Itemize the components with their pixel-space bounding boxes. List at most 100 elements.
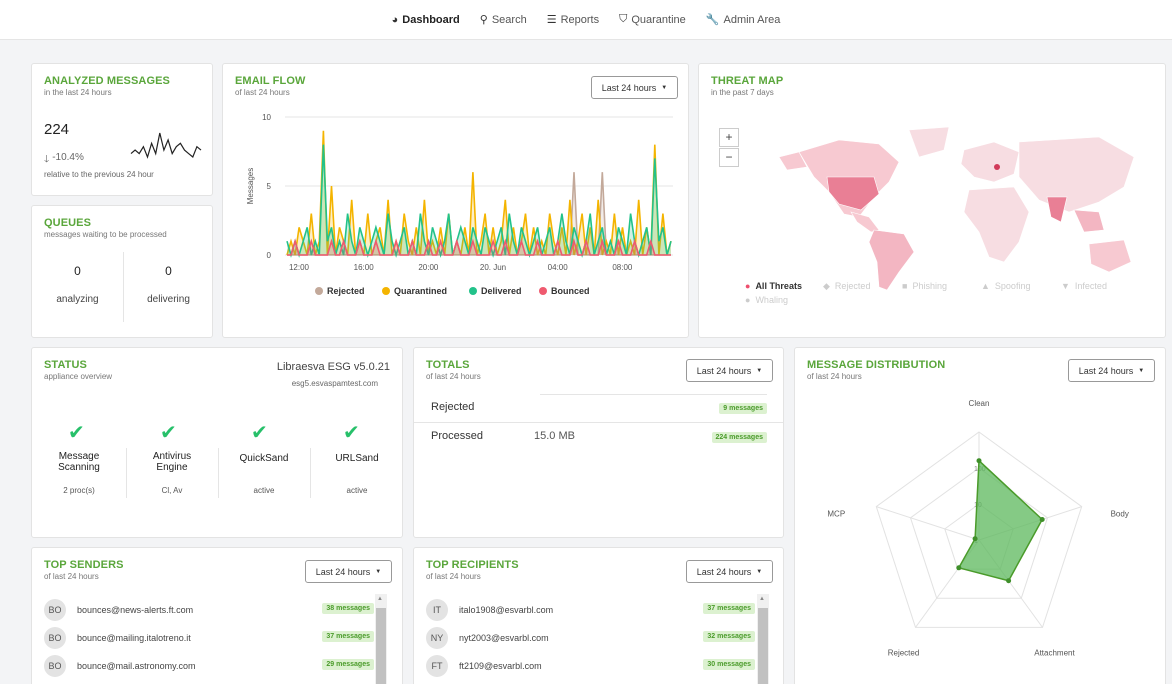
service-message-scanning-line2: Scanning xyxy=(58,462,100,473)
check-icon: ✔ xyxy=(251,422,268,444)
map-asia xyxy=(1018,136,1135,213)
message-distribution-card: MESSAGE DISTRIBUTION of last 24 hours La… xyxy=(794,347,1166,684)
distribution-subtitle: of last 24 hours xyxy=(807,372,862,381)
radar-series-area xyxy=(957,459,1044,582)
radar-axis-label: Body xyxy=(1111,510,1129,519)
recipient-row[interactable]: FT ft2109@esvarbl.com 30 messages xyxy=(414,652,771,680)
nav-quarantine[interactable]: ⛉ Quarantine xyxy=(619,13,686,26)
zoom-in-button[interactable]: + xyxy=(719,128,739,147)
totals-range-dropdown[interactable]: Last 24 hours ▼ xyxy=(686,359,773,382)
legend-infected-label: Infected xyxy=(1074,281,1107,291)
map-europe xyxy=(960,141,1020,183)
top-senders-title: TOP SENDERS xyxy=(44,559,124,571)
caret-down-icon: ▼ xyxy=(375,568,382,575)
nav-search[interactable]: ⚲ Search xyxy=(480,13,527,27)
recipient-row[interactable]: NY nyt2003@esvarbl.com 32 messages xyxy=(414,624,771,652)
nav-dashboard-label: Dashboard xyxy=(402,13,460,26)
sender-email: bounce@mailing.italotreno.it xyxy=(77,633,191,643)
legend-infected[interactable]: ▼ Infected xyxy=(1061,281,1107,291)
analyzed-messages-subtitle: in the last 24 hours xyxy=(44,88,112,97)
analyzed-change: 🡓 -10.4% xyxy=(44,152,84,169)
avatar: IT xyxy=(426,599,448,621)
scroll-up-icon[interactable]: ▲ xyxy=(759,596,765,602)
x-tick-label: 08:00 xyxy=(612,263,633,272)
legend-spoofing[interactable]: ▲ Spoofing xyxy=(981,281,1030,291)
legend-label[interactable]: Delivered xyxy=(481,286,522,296)
totals-rejected-badge: 9 messages xyxy=(719,403,767,414)
zoom-out-button[interactable]: − xyxy=(719,148,739,167)
distribution-range-dropdown[interactable]: Last 24 hours ▼ xyxy=(1068,359,1155,382)
radar-point[interactable] xyxy=(956,565,962,571)
service-message-scanning-line1: Message xyxy=(58,451,100,462)
caret-down-icon: ▼ xyxy=(756,568,763,575)
circle-icon: ● xyxy=(745,295,751,305)
radar-axis-label: Attachment xyxy=(1034,648,1075,657)
nav-reports[interactable]: ☰ Reports xyxy=(546,13,599,27)
scroll-thumb[interactable] xyxy=(376,608,386,684)
x-tick-label: 12:00 xyxy=(289,263,310,272)
nav-admin-area[interactable]: 🔧 Admin Area xyxy=(706,13,781,27)
radar-point[interactable] xyxy=(976,458,982,464)
analyzing-label: analyzing xyxy=(56,294,99,305)
service-message-scanning-detail: 2 proc(s) xyxy=(63,486,95,495)
distribution-title: MESSAGE DISTRIBUTION xyxy=(807,359,946,371)
radar-point[interactable] xyxy=(1006,578,1012,584)
legend-rejected[interactable]: ◆ Rejected xyxy=(823,281,870,292)
map-central-america xyxy=(850,211,880,233)
map-india xyxy=(1046,196,1068,223)
top-senders-range-dropdown[interactable]: Last 24 hours ▼ xyxy=(305,560,392,583)
check-icon: ✔ xyxy=(68,422,85,444)
world-map[interactable] xyxy=(779,122,1139,292)
legend-whaling[interactable]: ● Whaling xyxy=(745,295,788,305)
service-urlsand-detail: active xyxy=(346,486,368,495)
legend-label[interactable]: Bounced xyxy=(551,286,590,296)
legend-spoofing-label: Spoofing xyxy=(994,281,1031,291)
analyzed-messages-card: ANALYZED MESSAGES in the last 24 hours 2… xyxy=(31,63,213,196)
avatar: BO xyxy=(44,627,66,649)
legend-marker xyxy=(382,287,390,295)
map-australia xyxy=(1088,239,1132,273)
legend-phishing[interactable]: ■ Phishing xyxy=(902,281,947,291)
caret-down-icon: ▼ xyxy=(756,367,763,374)
sender-row[interactable]: BO bounce@mail.astronomy.com 29 messages xyxy=(32,652,390,680)
sender-row[interactable]: BO bounce@mailing.italotreno.it 37 messa… xyxy=(32,624,390,652)
analyzed-sparkline xyxy=(130,132,202,159)
totals-processed-label: Processed xyxy=(431,430,483,442)
top-recipients-scrollbar[interactable]: ▲ xyxy=(757,594,769,684)
scroll-up-icon[interactable]: ▲ xyxy=(377,596,383,602)
legend-all-threats-label: All Threats xyxy=(755,281,802,291)
avatar: FT xyxy=(426,655,448,677)
radar-point[interactable] xyxy=(972,536,978,542)
caret-down-icon: ▼ xyxy=(1138,367,1145,374)
queues-subtitle: messages waiting to be processed xyxy=(44,230,167,239)
email-flow-card: EMAIL FLOW of last 24 hours Last 24 hour… xyxy=(222,63,689,338)
totals-rejected-label: Rejected xyxy=(431,401,475,413)
appliance-host: esg5.esvaspamtest.com xyxy=(291,379,378,388)
square-icon: ■ xyxy=(902,281,908,291)
legend-all-threats[interactable]: ● All Threats xyxy=(745,281,802,291)
legend-label[interactable]: Rejected xyxy=(327,286,365,296)
radar-point[interactable] xyxy=(1039,517,1045,522)
distribution-radar-chart: CleanBodyAttachmentRejectedMCP110100 xyxy=(827,399,1129,657)
email-flow-chart: Messages 0 5 10 12:00 16:00 20:00 20. Jun 04:00 0… xyxy=(246,113,673,296)
recipient-email: italo1908@esvarbl.com xyxy=(459,605,554,615)
sender-row[interactable]: BO bounces@news-alerts.ft.com 38 message… xyxy=(32,596,390,624)
map-hotspot xyxy=(994,164,1000,170)
top-recipients-subtitle: of last 24 hours xyxy=(426,572,481,581)
legend-marker xyxy=(469,287,477,295)
arrow-down-icon: 🡓 xyxy=(44,154,50,165)
list-icon: ☰ xyxy=(546,14,557,26)
top-senders-subtitle: of last 24 hours xyxy=(44,572,99,581)
analyzed-change-value: -10.4% xyxy=(52,152,84,163)
top-recipients-range-dropdown[interactable]: Last 24 hours ▼ xyxy=(686,560,773,583)
top-recipients-title: TOP RECIPIENTS xyxy=(426,559,519,571)
recipient-row[interactable]: IT italo1908@esvarbl.com 37 messages xyxy=(414,596,771,624)
nav-quarantine-label: Quarantine xyxy=(631,13,686,26)
nav-dashboard[interactable]: ◕ Dashboard xyxy=(392,14,460,26)
radar-axis-label: Clean xyxy=(969,399,990,408)
scroll-thumb[interactable] xyxy=(758,608,768,684)
top-senders-scrollbar[interactable]: ▲ xyxy=(375,594,387,684)
diamond-icon: ◆ xyxy=(823,281,830,291)
legend-label[interactable]: Quarantined xyxy=(394,286,447,296)
avatar: BO xyxy=(44,655,66,677)
